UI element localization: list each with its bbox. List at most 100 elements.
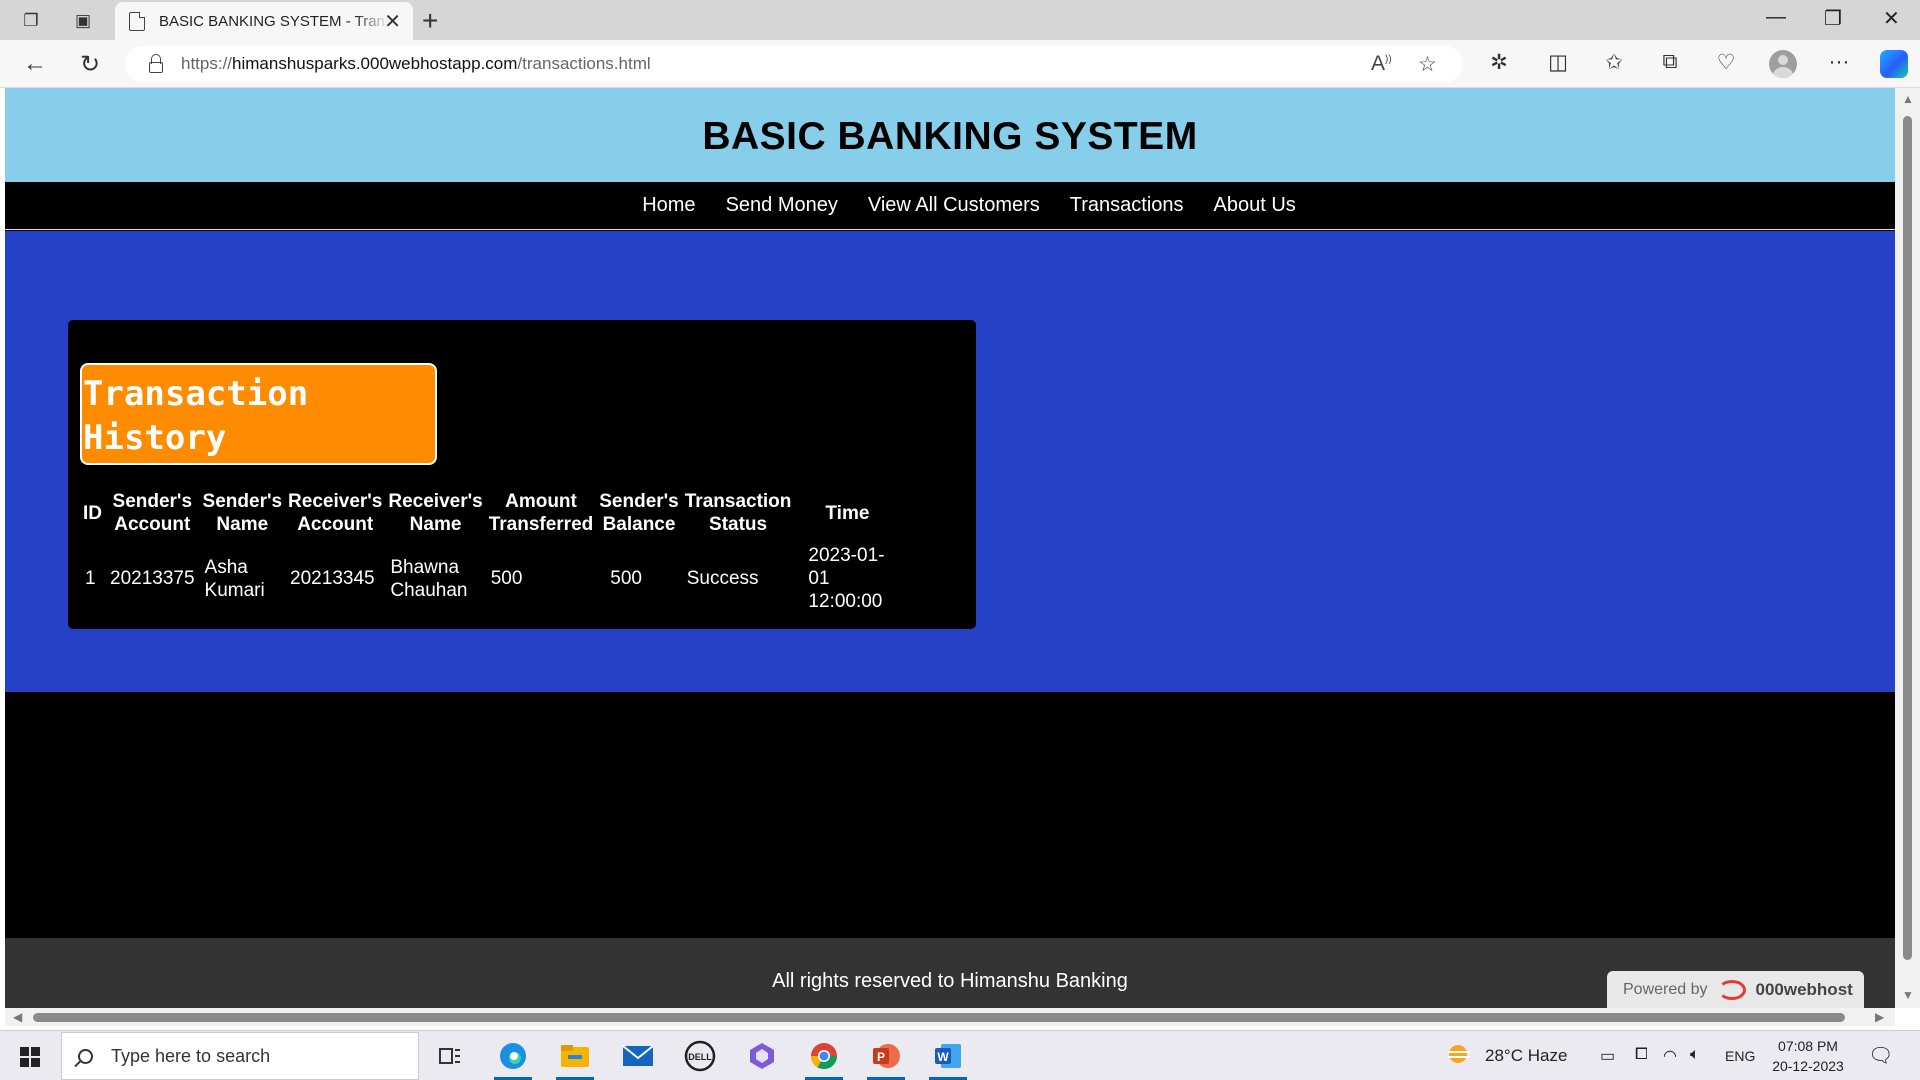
clock-date: 20-12-2023 (1772, 1058, 1844, 1074)
windows-start-icon[interactable] (20, 1047, 40, 1067)
dell-app-icon[interactable]: DELL (681, 1037, 719, 1075)
maximize-button[interactable]: ❐ (1824, 6, 1842, 31)
collections-icon[interactable]: ⧉ (1655, 50, 1685, 74)
more-menu-icon[interactable]: ··· (1824, 50, 1854, 74)
favorites-icon[interactable]: ✩ (1599, 50, 1629, 75)
task-view-icon[interactable] (431, 1037, 469, 1075)
scroll-down-arrow-icon[interactable]: ▼ (1902, 988, 1914, 1002)
header-sender-name: Sender's Name (202, 491, 283, 535)
notifications-icon[interactable]: 🗨︎ (1868, 1043, 1893, 1068)
horizontal-scrollbar[interactable]: ◀ ▶ (5, 1008, 1895, 1026)
site-nav: Home Send Money View All Customers Trans… (5, 182, 1895, 230)
horizontal-scroll-thumb[interactable] (33, 1013, 1845, 1022)
page-icon (129, 11, 145, 31)
scroll-left-arrow-icon[interactable]: ◀ (13, 1010, 22, 1024)
taskbar-search-input[interactable]: Type here to search (61, 1032, 419, 1080)
cell-id: 1 (85, 568, 96, 589)
browser-tab-active[interactable]: BASIC BANKING SYSTEM - Transactions ✕ (115, 2, 413, 40)
page-spacer (5, 692, 1895, 938)
header-receiver-name: Receiver's Name (388, 491, 483, 535)
cell-amount: 500 (490, 568, 523, 589)
clock-time: 07:08 PM (1778, 1038, 1838, 1054)
header-status: Transaction Status (684, 491, 792, 535)
lock-icon[interactable] (149, 53, 163, 73)
page-viewport: BASIC BANKING SYSTEM Home Send Money Vie… (5, 88, 1895, 1008)
weather-icon[interactable] (1446, 1043, 1472, 1070)
tab-actions-icon[interactable]: ▣ (70, 8, 96, 34)
minimize-button[interactable]: — (1766, 6, 1786, 29)
chrome-icon[interactable] (805, 1037, 843, 1080)
header-receiver-account: Receiver's Account (288, 491, 383, 535)
cell-sender-account: 20213375 (110, 568, 195, 589)
browser-essentials-icon[interactable]: ♡ (1711, 50, 1741, 75)
powered-by-brand: 000webhost (1755, 979, 1853, 999)
read-aloud-icon[interactable]: A)) (1371, 52, 1392, 76)
cell-sender-name: Asha Kumari (204, 556, 265, 601)
header-balance: Sender's Balance (599, 491, 679, 535)
wifi-icon[interactable]: ◠ (1663, 1046, 1677, 1066)
close-tab-icon[interactable]: ✕ (384, 9, 401, 34)
header-time: Time (825, 502, 870, 524)
refresh-button[interactable]: ↻ (75, 50, 105, 79)
profile-avatar[interactable] (1769, 50, 1797, 78)
taskbar-clock[interactable]: 07:08 PM 20-12-2023 (1768, 1036, 1848, 1076)
taskbar: Type here to search DELL P W 28°C Haze ▭… (0, 1030, 1920, 1080)
search-placeholder: Type here to search (111, 1045, 271, 1066)
search-icon (78, 1048, 93, 1064)
back-button[interactable]: ← (20, 50, 50, 78)
svg-text:W: W (937, 1050, 949, 1064)
scroll-right-arrow-icon[interactable]: ▶ (1875, 1010, 1884, 1024)
cell-receiver-name: Bhawna Chauhan (390, 556, 468, 601)
split-screen-icon[interactable]: ◫ (1543, 50, 1573, 75)
webhost-logo-icon (1717, 979, 1746, 1000)
cell-time: 2023-01- 01 12:00:00 (808, 545, 885, 612)
nav-view-all-customers[interactable]: View All Customers (868, 194, 1040, 217)
browser-tab-strip: ❐ ▣ BASIC BANKING SYSTEM - Transactions … (0, 0, 1920, 40)
url-input[interactable]: https://himanshusparks.000webhostapp.com… (125, 46, 1463, 82)
copilot-app-icon[interactable] (743, 1037, 781, 1075)
scroll-up-arrow-icon[interactable]: ▲ (1902, 92, 1914, 106)
url-text: https://himanshusparks.000webhostapp.com… (181, 54, 651, 73)
powered-by-badge[interactable]: Powered by 000webhost (1607, 971, 1864, 1008)
word-icon[interactable]: W (929, 1037, 967, 1080)
nav-about-us[interactable]: About Us (1214, 194, 1296, 217)
language-indicator[interactable]: ENG (1725, 1048, 1755, 1064)
site-title: BASIC BANKING SYSTEM (702, 115, 1198, 158)
vertical-scrollbar[interactable]: ▲ ▼ (1895, 88, 1920, 1008)
mail-icon[interactable] (619, 1037, 657, 1075)
powerpoint-icon[interactable]: P (867, 1037, 905, 1080)
svg-text:P: P (877, 1050, 885, 1064)
edge-browser-icon[interactable] (494, 1037, 532, 1080)
tab-title: BASIC BANKING SYSTEM - Transactions (159, 12, 389, 30)
transaction-table: ID Sender's Account Sender's Name Receiver… (80, 490, 889, 613)
site-header: BASIC BANKING SYSTEM (5, 88, 1895, 182)
header-amount: Amount Transferred (488, 491, 594, 535)
nav-send-money[interactable]: Send Money (726, 194, 838, 217)
powered-by-label: Powered by (1623, 980, 1708, 998)
weather-text[interactable]: 28°C Haze (1485, 1046, 1567, 1066)
device-icon[interactable]: ⧠ (1635, 1046, 1648, 1064)
header-sender-account: Sender's Account (112, 491, 193, 535)
new-tab-button[interactable]: + (422, 5, 438, 37)
file-explorer-icon[interactable] (556, 1037, 594, 1080)
cell-receiver-account: 20213345 (290, 568, 375, 589)
section-title: Transaction History (80, 363, 437, 465)
nav-transactions[interactable]: Transactions (1070, 194, 1184, 217)
volume-icon[interactable]: 🔈︎ (1690, 1046, 1700, 1064)
header-id: ID (83, 502, 102, 524)
copilot-icon[interactable] (1880, 50, 1908, 78)
vertical-scroll-thumb[interactable] (1903, 116, 1912, 960)
main-content: Transaction History ID Sender's Account S… (5, 231, 1895, 692)
address-bar-row: ← ↻ https://himanshusparks.000webhostapp… (0, 40, 1920, 88)
table-header-row: ID Sender's Account Sender's Name Receiver… (80, 490, 889, 536)
cell-balance: 500 (610, 568, 642, 589)
battery-icon[interactable]: ▭ (1600, 1046, 1615, 1066)
transaction-card: Transaction History ID Sender's Account S… (68, 320, 976, 629)
nav-home[interactable]: Home (642, 194, 695, 217)
svg-text:DELL: DELL (688, 1052, 712, 1062)
table-row: 1 20213375 Asha Kumari 20213345 Bhawna Cha… (80, 536, 889, 613)
extensions-icon[interactable]: ✲ (1484, 50, 1514, 75)
close-window-button[interactable]: ✕ (1883, 6, 1900, 31)
workspaces-icon[interactable]: ❐ (18, 8, 44, 34)
favorite-star-icon[interactable]: ☆ (1418, 52, 1437, 77)
